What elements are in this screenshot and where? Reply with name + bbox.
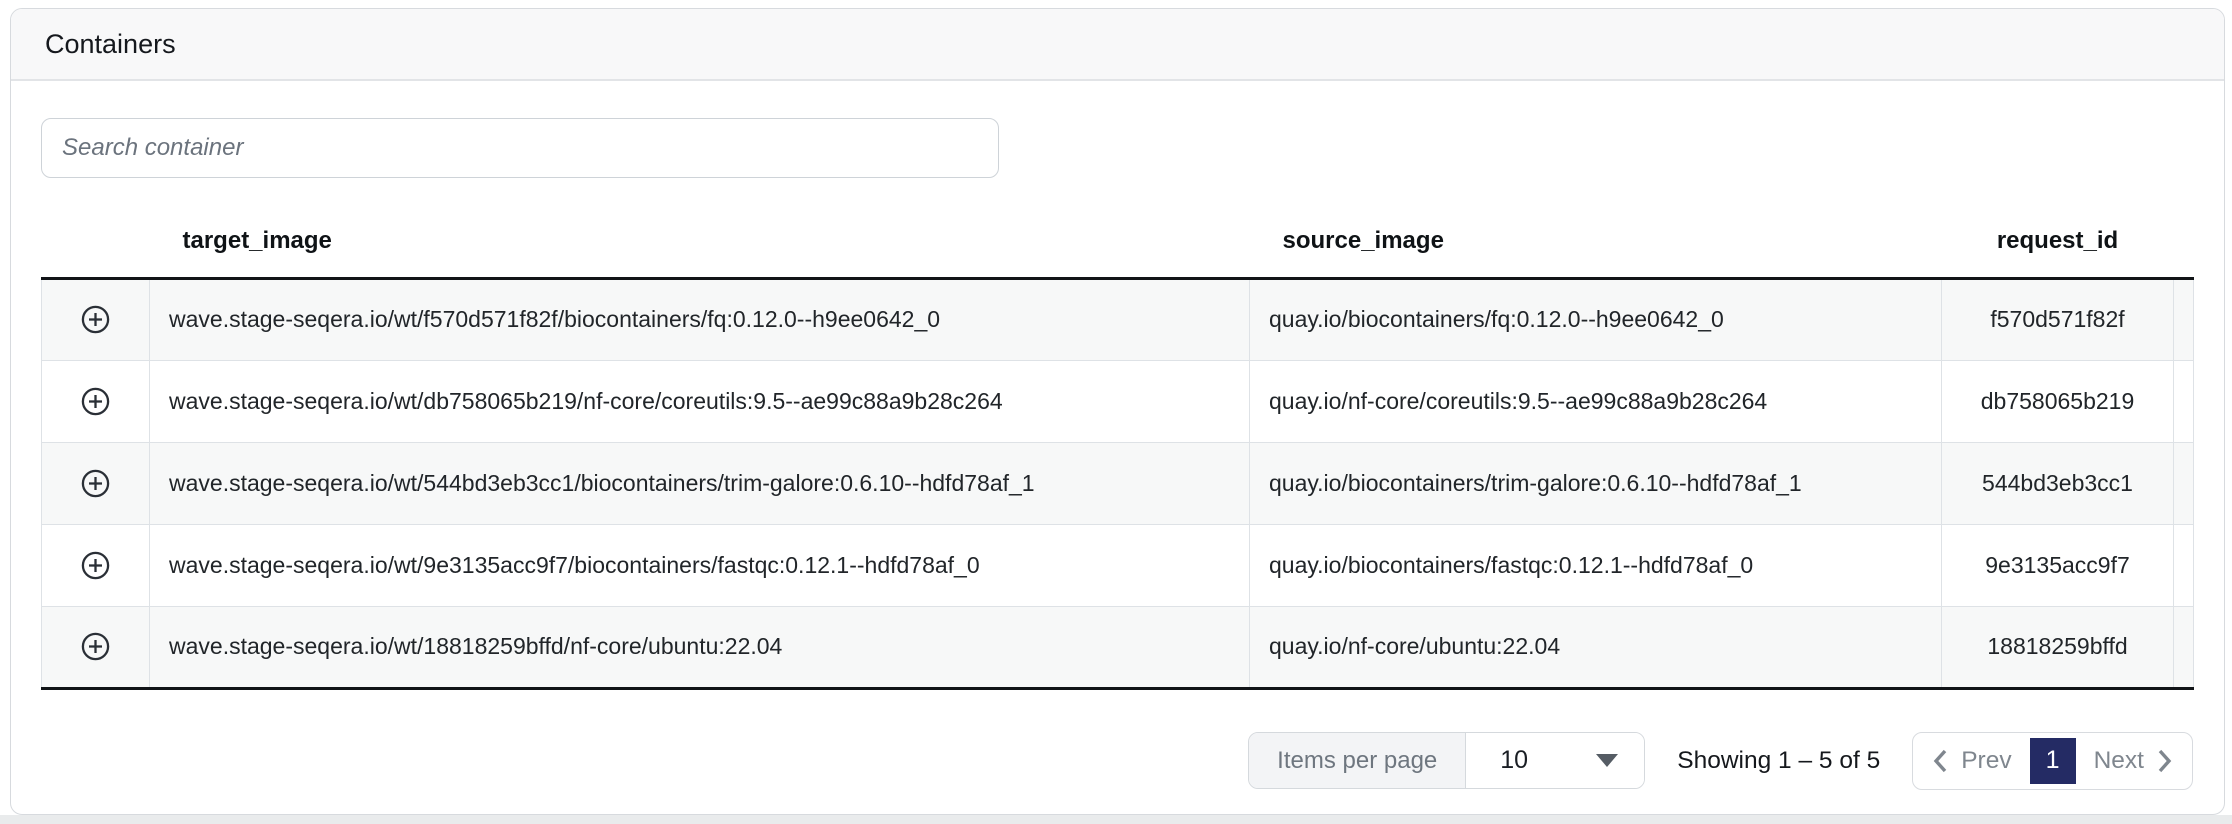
cell-source-image: quay.io/biocontainers/trim-galore:0.6.10… <box>1250 442 1942 524</box>
page-background-strip <box>0 815 2232 824</box>
plus-circle-icon <box>80 550 111 581</box>
cell-request-id: 9e3135acc9f7 <box>1942 524 2174 606</box>
showing-range-text: Showing 1 – 5 of 5 <box>1677 747 1880 775</box>
table-row: wave.stage-seqera.io/wt/db758065b219/nf-… <box>42 360 2194 442</box>
table-row: wave.stage-seqera.io/wt/9e3135acc9f7/bio… <box>42 524 2194 606</box>
cell-target-image: wave.stage-seqera.io/wt/18818259bffd/nf-… <box>150 606 1250 688</box>
cell-target-image: wave.stage-seqera.io/wt/544bd3eb3cc1/bio… <box>150 442 1250 524</box>
plus-circle-icon <box>80 468 111 499</box>
cell-request-id: 544bd3eb3cc1 <box>1942 442 2174 524</box>
expand-row-button[interactable] <box>42 278 150 360</box>
cell-target-image: wave.stage-seqera.io/wt/db758065b219/nf-… <box>150 360 1250 442</box>
cell-source-image: quay.io/nf-core/ubuntu:22.04 <box>1250 606 1942 688</box>
row-spacer-cell <box>2174 442 2194 524</box>
plus-circle-icon <box>80 631 111 662</box>
expand-row-button[interactable] <box>42 606 150 688</box>
cell-target-image: wave.stage-seqera.io/wt/f570d571f82f/bio… <box>150 278 1250 360</box>
row-spacer-cell <box>2174 278 2194 360</box>
containers-table: target_image source_image request_id wav… <box>41 206 2194 690</box>
items-per-page-label: Items per page <box>1249 733 1466 788</box>
cell-source-image: quay.io/nf-core/coreutils:9.5--ae99c88a9… <box>1250 360 1942 442</box>
table-body: wave.stage-seqera.io/wt/f570d571f82f/bio… <box>42 278 2194 688</box>
expand-row-button[interactable] <box>42 360 150 442</box>
expand-column-header <box>42 206 150 278</box>
expand-row-button[interactable] <box>42 442 150 524</box>
items-per-page-value: 10 <box>1500 746 1528 775</box>
pager: Prev 1 Next <box>1912 732 2193 790</box>
row-spacer-cell <box>2174 524 2194 606</box>
column-header-request-id: request_id <box>1942 206 2174 278</box>
plus-circle-icon <box>80 386 111 417</box>
column-header-target-image: target_image <box>150 206 1250 278</box>
prev-page-label: Prev <box>1961 747 2011 775</box>
table-row: wave.stage-seqera.io/wt/544bd3eb3cc1/bio… <box>42 442 2194 524</box>
plus-circle-icon <box>80 304 111 335</box>
containers-card: Containers target_image source_image req… <box>10 8 2225 815</box>
next-page-button[interactable]: Next <box>2094 747 2172 775</box>
table-header: target_image source_image request_id <box>42 206 2194 278</box>
page-title: Containers <box>45 29 176 60</box>
row-spacer-cell <box>2174 606 2194 688</box>
cell-request-id: f570d571f82f <box>1942 278 2174 360</box>
chevron-right-icon <box>2157 748 2172 774</box>
cell-source-image: quay.io/biocontainers/fastqc:0.12.1--hdf… <box>1250 524 1942 606</box>
chevron-left-icon <box>1933 748 1948 774</box>
pagination-bar: Items per page 10 Showing 1 – 5 of 5 Pre… <box>41 732 2193 790</box>
expand-row-button[interactable] <box>42 524 150 606</box>
cell-source-image: quay.io/biocontainers/fq:0.12.0--h9ee064… <box>1250 278 1942 360</box>
items-per-page-control: Items per page 10 <box>1248 732 1645 789</box>
table-row: wave.stage-seqera.io/wt/f570d571f82f/bio… <box>42 278 2194 360</box>
items-per-page-select[interactable]: 10 <box>1466 733 1644 788</box>
next-page-label: Next <box>2094 747 2144 775</box>
prev-page-button[interactable]: Prev <box>1933 747 2011 775</box>
caret-down-icon <box>1596 754 1618 767</box>
current-page-button[interactable]: 1 <box>2030 738 2076 784</box>
spacer-column-header <box>2174 206 2194 278</box>
cell-target-image: wave.stage-seqera.io/wt/9e3135acc9f7/bio… <box>150 524 1250 606</box>
row-spacer-cell <box>2174 360 2194 442</box>
cell-request-id: db758065b219 <box>1942 360 2174 442</box>
search-input[interactable] <box>41 118 999 178</box>
column-header-source-image: source_image <box>1250 206 1942 278</box>
card-body: target_image source_image request_id wav… <box>11 81 2224 790</box>
table-row: wave.stage-seqera.io/wt/18818259bffd/nf-… <box>42 606 2194 688</box>
card-header: Containers <box>11 9 2224 81</box>
cell-request-id: 18818259bffd <box>1942 606 2174 688</box>
